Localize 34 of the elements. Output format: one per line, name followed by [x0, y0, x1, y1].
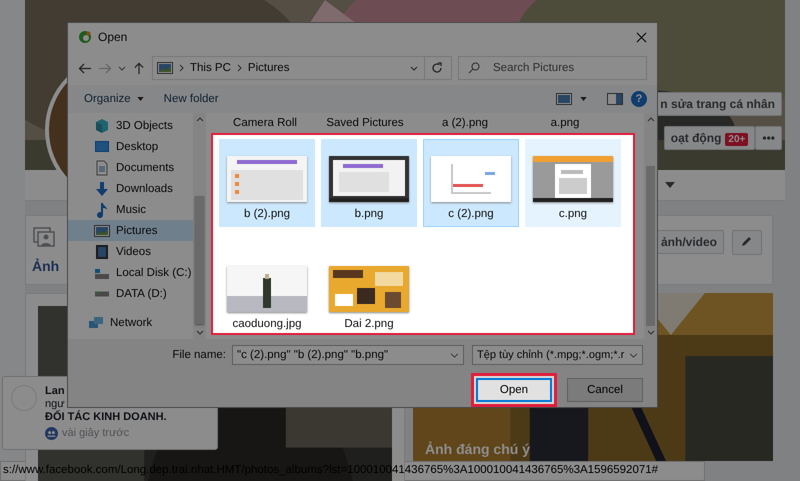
- photo-caption: Ảnh đáng chú ý: [425, 441, 530, 457]
- chevron-down-icon: [629, 352, 638, 358]
- chevron-down-icon[interactable]: [450, 352, 459, 358]
- scroll-down-icon[interactable]: [646, 330, 654, 335]
- file-type-dropdown[interactable]: Tệp tùy chỉnh (*.mpg;*.ogm;*.r: [472, 345, 643, 365]
- folder-item[interactable]: Music: [68, 199, 193, 220]
- folder-item[interactable]: Downloads: [68, 178, 193, 199]
- scrollbar[interactable]: [644, 113, 657, 339]
- notification-text: ĐỐI TÁC KINH DOANH.: [45, 411, 167, 424]
- notification-text: ngư: [45, 398, 66, 410]
- section-heading: Ảnh: [32, 258, 60, 274]
- folder-item[interactable]: DATA (D:): [68, 283, 193, 304]
- field-label: File name:: [172, 349, 226, 361]
- drive-icon: [94, 290, 110, 296]
- scroll-down-icon[interactable]: [196, 330, 204, 335]
- cancel-button[interactable]: Cancel: [567, 378, 643, 402]
- open-button[interactable]: Open: [476, 378, 552, 402]
- edit-button[interactable]: [732, 230, 762, 255]
- folder-item[interactable]: Local Disk (C:): [68, 262, 193, 283]
- notification-sender: Lan: [45, 385, 66, 398]
- pictures-icon: [94, 222, 110, 238]
- scrollbar[interactable]: [193, 113, 206, 339]
- pencil-icon: [741, 235, 753, 247]
- photo-icon: [32, 226, 56, 250]
- music-icon: [94, 202, 110, 218]
- folder-item[interactable]: Network: [68, 312, 193, 333]
- download-icon: [94, 180, 110, 196]
- film-icon: [94, 244, 110, 260]
- folder-item[interactable]: Pictures: [68, 220, 193, 241]
- file-name-field[interactable]: "c (2).png" "b (2).png" "b.png": [232, 345, 464, 365]
- folder-item[interactable]: Videos: [68, 241, 193, 262]
- caret-icon[interactable]: [665, 182, 675, 188]
- network-icon: [88, 314, 104, 330]
- timestamp: vài giây trước: [62, 427, 130, 440]
